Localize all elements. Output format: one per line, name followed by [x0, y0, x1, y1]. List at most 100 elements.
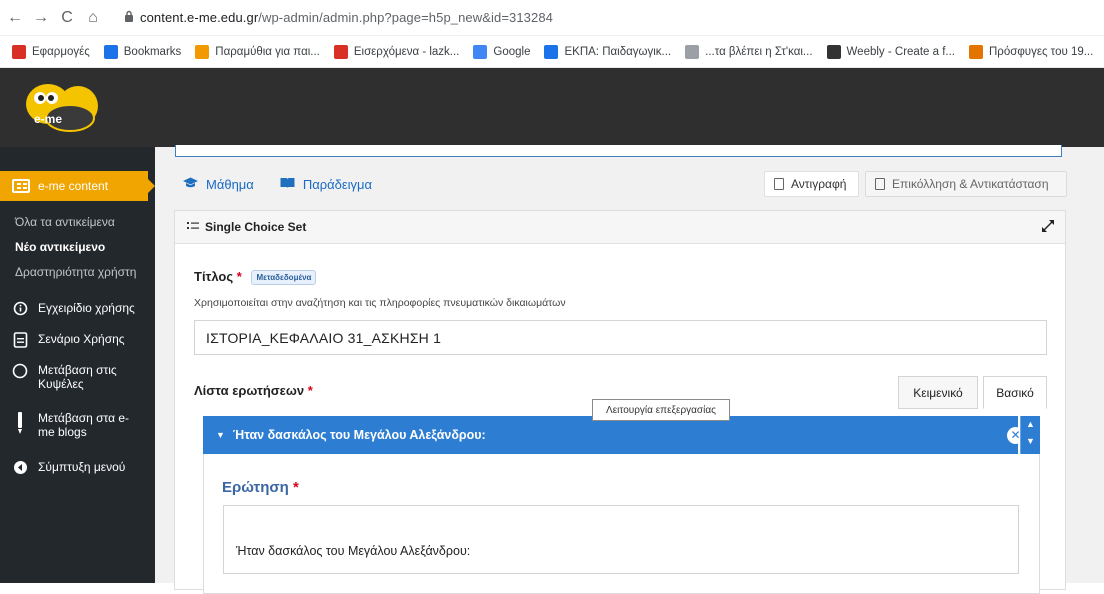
list-icon [187, 220, 199, 234]
move-down-icon[interactable]: ▼ [1021, 433, 1040, 450]
bookmark-label: Bookmarks [123, 45, 182, 58]
questions-label: Λίστα ερωτήσεων [194, 383, 305, 398]
content-type-tabs: Μάθημα Παράδειγμα [183, 177, 398, 192]
url-path: /wp-admin/admin.php?page=h5p_new&id=3132… [258, 10, 554, 25]
top-frame-edge [175, 145, 1062, 157]
tab-label: Παράδειγμα [302, 177, 373, 192]
tab-label: Μάθημα [206, 177, 254, 192]
ekpa-icon [544, 44, 559, 59]
bookmarks-bar: Εφαρμογές Bookmarks Παραμύθια για παι... Ει… [0, 36, 1104, 68]
collapse-icon [12, 460, 28, 476]
tab-example[interactable]: Παράδειγμα [280, 177, 372, 192]
forward-icon[interactable]: → [30, 9, 52, 27]
metadata-button[interactable]: Μεταδεδομένα [251, 270, 317, 286]
bookmark-item[interactable]: Bookmarks [103, 44, 182, 59]
bookmark-item[interactable]: ...τα βλέπει η Στ'και... [685, 44, 813, 59]
bookmark-item[interactable]: Πρόσφυγες του 19... [968, 44, 1094, 59]
sidebar-item-label: Σύμπτυξη μενού [38, 460, 126, 474]
sidebar-item-label: Μετάβαση στις Κυψέλες [38, 363, 117, 391]
copy-button[interactable]: Αντιγραφή [764, 171, 859, 197]
hexagon-icon [12, 363, 28, 379]
move-up-icon[interactable]: ▲ [1021, 416, 1040, 433]
google-icon [473, 44, 488, 59]
main-content: Μάθημα Παράδειγμα Αντιγραφή Επικόλληση &… [155, 145, 1104, 594]
question-label-row: Ερώτηση * [222, 479, 299, 496]
apps-grid-icon [12, 44, 26, 59]
copy-button-label: Αντιγραφή [791, 177, 847, 191]
bookmark-label: Εφαρμογές [32, 45, 90, 58]
gmail-icon [333, 44, 348, 59]
weebly-icon [826, 44, 841, 59]
sidebar-sub-new-item[interactable]: Νέο αντικείμενο [0, 240, 155, 254]
tp-favicon [195, 44, 210, 59]
site-icon [685, 44, 700, 59]
url-field[interactable]: content.e-me.edu.gr/wp-admin/admin.php?p… [140, 10, 553, 25]
logo-text: e-me [34, 112, 63, 126]
editor-header: Single Choice Set [175, 211, 1065, 244]
sidebar-item-label: Σενάριο Χρήσης [38, 332, 125, 346]
question-input[interactable]: Ήταν δασκάλος του Μεγάλου Αλεξάνδρου: [223, 505, 1019, 574]
sidebar-item-usage-scenario[interactable]: Σενάριο Χρήσης [0, 332, 155, 348]
pen-icon [12, 411, 28, 434]
title-label: Τίτλος [194, 269, 234, 284]
sidebar-item-label: Μετάβαση στα e-me blogs [38, 411, 130, 439]
app-header: e-me [0, 68, 1104, 147]
reload-icon[interactable]: C [56, 9, 78, 27]
info-icon [12, 301, 28, 317]
bookmark-label: Google [493, 45, 531, 58]
bookmark-item[interactable]: Παραμύθια για παι... [195, 44, 320, 59]
bookmark-item[interactable]: Εισερχόμενα - lazk... [333, 44, 459, 59]
graduation-cap-icon [183, 177, 198, 192]
required-asterisk: * [236, 269, 242, 284]
title-label-row: Τίτλος * Μεταδεδομένα [194, 269, 317, 286]
sidebar-item-e-me-content[interactable]: e-me content [0, 171, 155, 201]
required-asterisk: * [307, 383, 313, 398]
reorder-arrows[interactable]: ▲ ▼ [1020, 416, 1040, 454]
pinwheel-icon [968, 44, 983, 59]
question-item-header[interactable]: ▼ Ήταν δασκάλος του Μεγάλου Αλεξάνδρου: … [203, 416, 1024, 454]
url-host: content.e-me.edu.gr [140, 10, 259, 25]
paste-icon [875, 178, 885, 190]
sidebar-sub-user-activity[interactable]: Δραστηριότητα χρήστη [0, 265, 155, 279]
sidebar-sub-all-items[interactable]: Όλα τα αντικείμενα [0, 215, 155, 229]
bookmark-label: ...τα βλέπει η Στ'και... [705, 45, 813, 58]
sidebar-item-label: Εγχειρίδιο χρήσης [38, 301, 135, 315]
title-input[interactable]: ΙΣΤΟΡΙΑ_ΚΕΦΑΛΑΙΟ 31_ΑΣΚΗΣΗ 1 [194, 320, 1047, 355]
question-item-title: Ήταν δασκάλος του Μεγάλου Αλεξάνδρου: [232, 428, 486, 442]
bookmark-label: Παραμύθια για παι... [215, 45, 320, 58]
title-help-text: Χρησιμοποιείται στην αναζήτηση και τις π… [194, 297, 566, 309]
sidebar-item-hives[interactable]: Μετάβαση στις Κυψέλες [0, 363, 120, 391]
fullscreen-icon[interactable] [1041, 219, 1055, 233]
bookmark-item[interactable]: Weebly - Create a f... [826, 44, 955, 59]
caret-down-icon: ▼ [216, 430, 225, 440]
sidebar-item-user-manual[interactable]: Εγχειρίδιο χρήσης [0, 301, 155, 317]
sidebar-collapse-menu[interactable]: Σύμπτυξη μενού [0, 460, 155, 474]
question-item-body: Ερώτηση * Ήταν δασκάλος του Μεγάλου Αλεξ… [203, 454, 1040, 594]
tab-lesson[interactable]: Μάθημα [183, 177, 254, 192]
question-label: Ερώτηση [222, 479, 289, 496]
bookmark-label: ΕΚΠΑ: Παιδαγωγικ... [564, 45, 672, 58]
bookmark-label: Πρόσφυγες του 19... [988, 45, 1094, 58]
sidebar-item-blogs[interactable]: Μετάβαση στα e-me blogs [0, 411, 138, 439]
sidebar-item-label: e-me content [38, 179, 109, 193]
tab-textual-mode[interactable]: Κειμενικό [898, 376, 978, 409]
lock-icon[interactable] [124, 10, 134, 25]
book-icon [280, 177, 295, 192]
sidebar: e-me content Όλα τα αντικείμενα Νέο αντι… [0, 147, 155, 583]
required-asterisk: * [293, 479, 299, 496]
editor-title: Single Choice Set [205, 220, 307, 234]
home-icon[interactable]: ⌂ [82, 9, 104, 27]
questions-label-row: Λίστα ερωτήσεων * [194, 383, 313, 398]
paste-replace-button[interactable]: Επικόλληση & Αντικατάσταση [865, 171, 1067, 197]
paste-button-label: Επικόλληση & Αντικατάσταση [892, 177, 1049, 191]
back-icon[interactable]: ← [4, 9, 26, 27]
e-me-logo[interactable] [22, 76, 102, 136]
tab-basic-mode[interactable]: Βασικό [983, 376, 1047, 409]
bookmark-item[interactable]: ΕΚΠΑ: Παιδαγωγικ... [544, 44, 672, 59]
edit-mode-tooltip: Λειτουργία επεξεργασίας [592, 399, 730, 421]
bookmark-item[interactable]: Google [473, 44, 531, 59]
document-icon [12, 332, 28, 348]
bookmark-item[interactable]: Εφαρμογές [12, 44, 90, 59]
star-icon [103, 44, 118, 59]
browser-address-bar: ← → C ⌂ content.e-me.edu.gr/wp-admin/adm… [0, 0, 1104, 36]
